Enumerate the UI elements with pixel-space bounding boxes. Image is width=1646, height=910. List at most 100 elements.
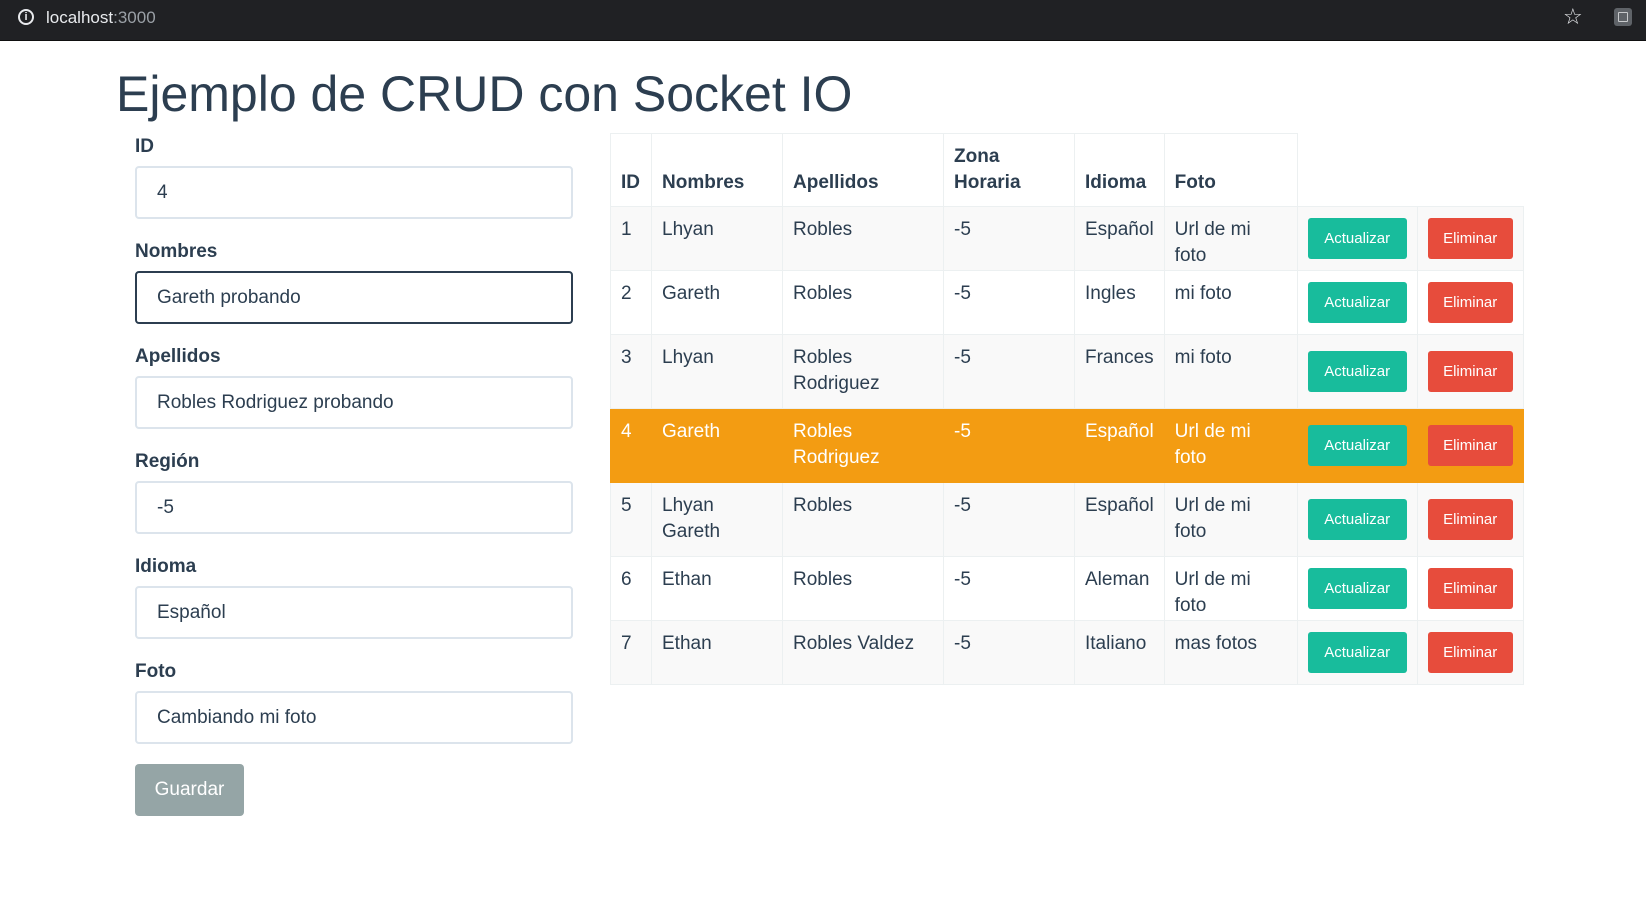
cell-idioma: Ingles <box>1074 270 1165 335</box>
update-button[interactable]: Actualizar <box>1307 632 1407 673</box>
browser-toolbar: i localhost:3000 ☆ <box>0 0 1646 40</box>
records-table-container: ID Nombres Apellidos Zona Horaria Idioma… <box>610 133 1524 685</box>
cell-zona-horaria: -5 <box>943 556 1075 621</box>
delete-button[interactable]: Eliminar <box>1427 568 1513 609</box>
update-button[interactable]: Actualizar <box>1307 282 1407 323</box>
foto-label: Foto <box>135 661 177 682</box>
cell-update: Actualizar <box>1296 556 1418 621</box>
extension-icon[interactable] <box>1614 8 1632 26</box>
cell-delete: Eliminar <box>1416 206 1524 271</box>
cell-id: 6 <box>610 556 652 621</box>
cell-idioma: Español <box>1074 206 1165 271</box>
cell-idioma: Español <box>1074 482 1165 557</box>
cell-zona-horaria: -5 <box>943 270 1075 335</box>
cell-id: 4 <box>610 408 652 483</box>
update-button[interactable]: Actualizar <box>1307 351 1407 392</box>
cell-delete: Eliminar <box>1416 408 1524 483</box>
cell-delete: Eliminar <box>1416 556 1524 621</box>
apellidos-label: Apellidos <box>135 346 221 367</box>
cell-update: Actualizar <box>1296 482 1418 557</box>
cell-nombres: Lhyan <box>651 334 783 409</box>
page-title: Ejemplo de CRUD con Socket IO <box>116 66 853 122</box>
address-bar[interactable]: localhost:3000 <box>46 6 156 30</box>
idioma-input[interactable] <box>135 586 573 639</box>
cell-nombres: Gareth <box>651 408 783 483</box>
table-row: 6 Ethan Robles -5 Aleman Url de mi foto … <box>610 556 1524 621</box>
cell-apellidos: Robles Valdez <box>782 620 944 685</box>
cell-id: 7 <box>610 620 652 685</box>
header-delete-spacer <box>1417 134 1523 207</box>
records-table: ID Nombres Apellidos Zona Horaria Idioma… <box>610 133 1524 685</box>
header-apellidos: Apellidos <box>782 133 944 207</box>
foto-input[interactable] <box>135 691 573 744</box>
delete-button[interactable]: Eliminar <box>1427 632 1513 673</box>
cell-apellidos: Robles Rodriguez <box>782 334 944 409</box>
cell-nombres: Ethan <box>651 556 783 621</box>
nombres-label: Nombres <box>135 241 218 262</box>
cell-id: 5 <box>610 482 652 557</box>
table-header-row: ID Nombres Apellidos Zona Horaria Idioma… <box>610 133 1524 207</box>
update-button[interactable]: Actualizar <box>1307 499 1407 540</box>
form-group-region: Región <box>135 447 575 552</box>
id-label: ID <box>135 136 154 157</box>
cell-apellidos: Robles <box>782 482 944 557</box>
form-group-id: ID <box>135 132 575 237</box>
table-row: 2 Gareth Robles -5 Ingles mi foto Actual… <box>610 270 1524 335</box>
cell-zona-horaria: -5 <box>943 620 1075 685</box>
cell-nombres: Ethan <box>651 620 783 685</box>
header-update-spacer <box>1297 134 1417 207</box>
cell-delete: Eliminar <box>1416 334 1524 409</box>
cell-delete: Eliminar <box>1416 620 1524 685</box>
header-id: ID <box>610 133 652 207</box>
region-label: Región <box>135 451 200 472</box>
delete-button[interactable]: Eliminar <box>1427 282 1513 323</box>
crud-form: ID Nombres Apellidos Región Idioma Foto … <box>135 132 575 816</box>
cell-zona-horaria: -5 <box>943 408 1075 483</box>
url-port: :3000 <box>113 8 156 27</box>
cell-id: 2 <box>610 270 652 335</box>
cell-foto: mi foto <box>1163 270 1298 335</box>
cell-update: Actualizar <box>1296 270 1418 335</box>
nombres-input[interactable] <box>135 271 573 324</box>
apellidos-input[interactable] <box>135 376 573 429</box>
cell-zona-horaria: -5 <box>943 334 1075 409</box>
cell-foto: Url de mi foto <box>1163 206 1298 271</box>
cell-idioma: Italiano <box>1074 620 1165 685</box>
cell-foto: mas fotos <box>1163 620 1298 685</box>
info-icon[interactable]: i <box>18 9 34 25</box>
cell-idioma: Aleman <box>1074 556 1165 621</box>
cell-foto: Url de mi foto <box>1163 556 1298 621</box>
bookmark-star-icon[interactable]: ☆ <box>1563 3 1583 31</box>
cell-apellidos: Robles <box>782 206 944 271</box>
delete-button[interactable]: Eliminar <box>1427 425 1513 466</box>
url-host: localhost <box>46 8 114 27</box>
update-button[interactable]: Actualizar <box>1307 218 1407 259</box>
cell-update: Actualizar <box>1296 334 1418 409</box>
header-nombres: Nombres <box>651 133 783 207</box>
form-group-idioma: Idioma <box>135 552 575 657</box>
cell-delete: Eliminar <box>1416 482 1524 557</box>
delete-button[interactable]: Eliminar <box>1427 499 1513 540</box>
cell-update: Actualizar <box>1296 620 1418 685</box>
cell-update: Actualizar <box>1296 206 1418 271</box>
cell-nombres: Lhyan <box>651 206 783 271</box>
delete-button[interactable]: Eliminar <box>1427 351 1513 392</box>
save-button[interactable]: Guardar <box>135 764 244 816</box>
update-button[interactable]: Actualizar <box>1307 425 1407 466</box>
cell-nombres: Gareth <box>651 270 783 335</box>
cell-id: 1 <box>610 206 652 271</box>
update-button[interactable]: Actualizar <box>1307 568 1407 609</box>
cell-foto: Url de mi foto <box>1163 408 1298 483</box>
cell-delete: Eliminar <box>1416 270 1524 335</box>
delete-button[interactable]: Eliminar <box>1427 218 1513 259</box>
cell-zona-horaria: -5 <box>943 206 1075 271</box>
table-row-selected[interactable]: 4 Gareth Robles Rodriguez -5 Español Url… <box>610 408 1524 483</box>
id-input[interactable] <box>135 166 573 219</box>
form-group-apellidos: Apellidos <box>135 342 575 447</box>
header-idioma: Idioma <box>1074 133 1165 207</box>
cell-id: 3 <box>610 334 652 409</box>
region-input[interactable] <box>135 481 573 534</box>
cell-idioma: Frances <box>1074 334 1165 409</box>
idioma-label: Idioma <box>135 556 197 577</box>
cell-update: Actualizar <box>1296 408 1418 483</box>
